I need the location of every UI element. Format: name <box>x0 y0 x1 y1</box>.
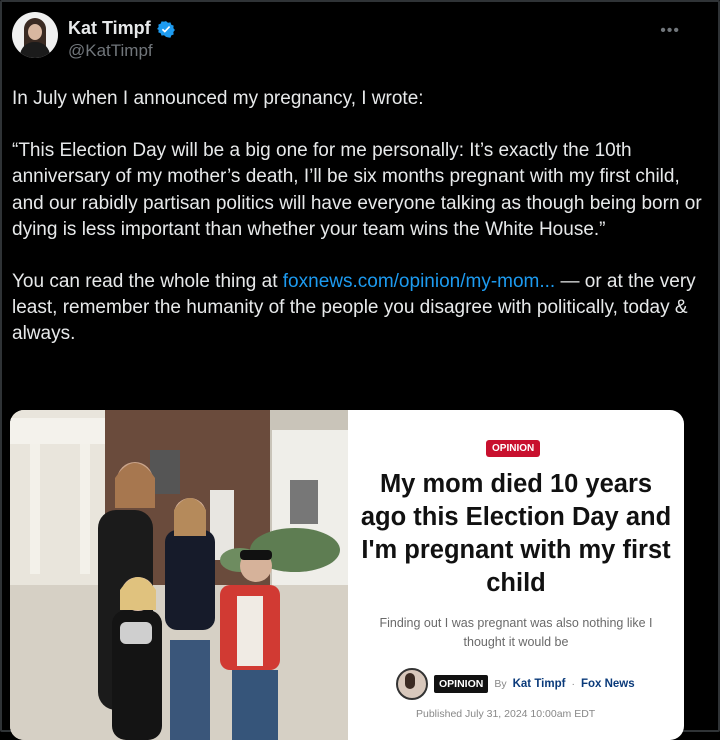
article-link[interactable]: foxnews.com/opinion/my-mom... <box>283 271 555 292</box>
byline: OPINION By Kat Timpf · Fox News <box>396 668 635 700</box>
by-label: By <box>494 678 507 690</box>
handle[interactable]: @KatTimpf <box>68 41 175 61</box>
family-photo <box>10 410 348 740</box>
opinion-chip: OPINION <box>434 675 489 693</box>
tweet-quote: “This Election Day will be a big one for… <box>12 140 702 240</box>
published-date: Published July 31, 2024 10:00am EDT <box>416 708 596 720</box>
article-headline: My mom died 10 years ago this Election D… <box>360 470 672 597</box>
byline-outlet: Fox News <box>580 678 635 690</box>
tweet-header: Kat Timpf @KatTimpf <box>12 12 175 68</box>
more-icon[interactable]: ••• <box>660 22 680 40</box>
avatar[interactable] <box>12 12 58 58</box>
display-name[interactable]: Kat Timpf <box>68 18 151 39</box>
verified-badge-icon <box>156 20 175 38</box>
opinion-tag: OPINION <box>486 440 541 457</box>
tweet-text: In July when I announced my pregnancy, I… <box>12 86 702 348</box>
author-names: Kat Timpf @KatTimpf <box>68 18 175 68</box>
tweet-paragraph: In July when I announced my pregnancy, I… <box>12 88 424 109</box>
article-card: OPINION My mom died 10 years ago this El… <box>348 410 684 740</box>
link-card[interactable]: OPINION My mom died 10 years ago this El… <box>10 410 684 740</box>
article-dek: Finding out I was pregnant was also noth… <box>379 616 653 649</box>
author-avatar <box>396 668 428 700</box>
byline-separator: · <box>571 678 575 690</box>
byline-author: Kat Timpf <box>512 678 566 690</box>
tweet-paragraph: You can read the whole thing at foxnews.… <box>12 271 696 345</box>
